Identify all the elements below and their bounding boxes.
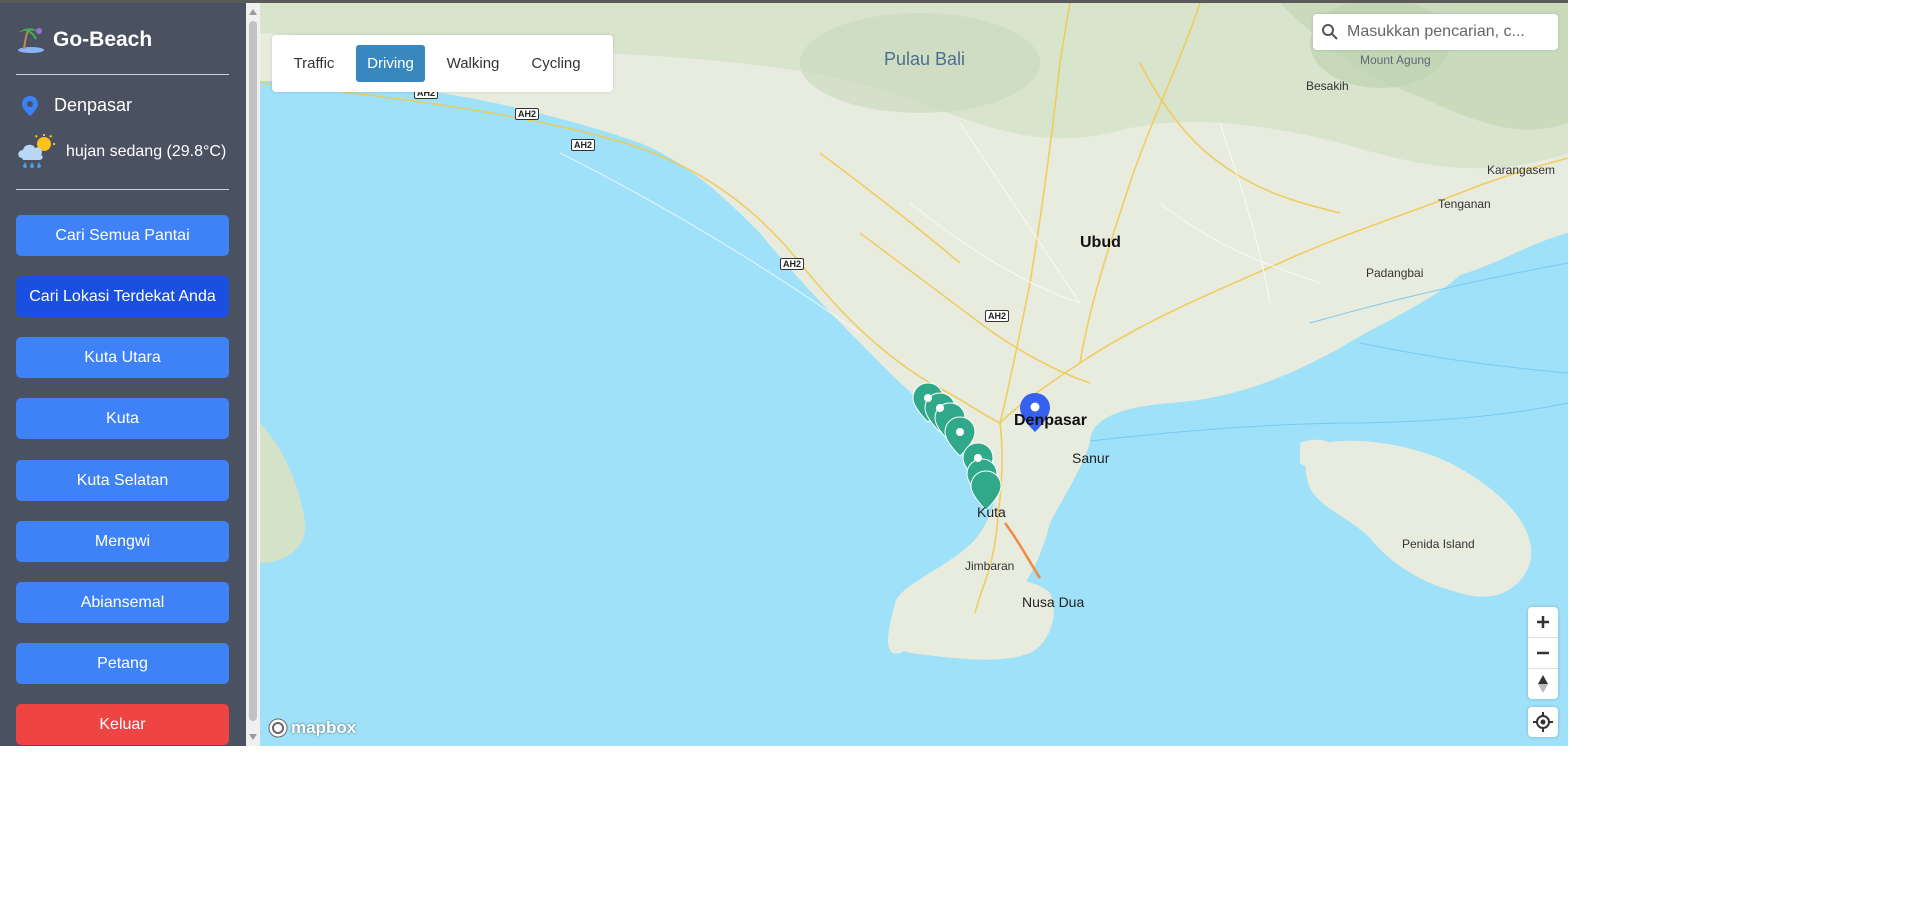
road-badge: AH2 [515,108,540,120]
divider [16,74,229,75]
map-label-denpasar: Denpasar [1014,412,1087,429]
top-border [0,0,1568,3]
tab-driving[interactable]: Driving [356,45,425,82]
search-all-beaches-button[interactable]: Cari Semua Pantai [16,215,229,256]
map-canvas[interactable]: Pulau Bali Mount Agung Besakih Karangase… [260,3,1568,746]
map-label-karangasem: Karangasem [1487,163,1556,177]
geolocate-button[interactable] [1528,707,1558,737]
scroll-up-arrow[interactable] [249,9,257,15]
rain-cloud-sun-icon [18,134,55,168]
sidebar-scrollbar[interactable] [246,3,260,746]
plus-icon [1537,616,1549,628]
map-navigation-control [1528,607,1558,699]
weather-label: hujan sedang (29.8°C) [66,143,227,160]
brand-title: Go-Beach [53,28,153,51]
map-label-penida-island: Penida Island [1402,537,1475,551]
search-input[interactable] [1345,22,1539,42]
filter-kuta-selatan-button[interactable]: Kuta Selatan [16,460,229,501]
filter-petang-button[interactable]: Petang [16,643,229,684]
tab-traffic[interactable]: Traffic [282,45,346,82]
map-label-mount-agung: Mount Agung [1360,53,1431,67]
scroll-down-arrow[interactable] [249,734,257,740]
location-label: Denpasar [54,95,133,115]
brand[interactable]: Go-Beach [16,23,152,57]
minus-icon [1537,651,1549,655]
road-badge: AH2 [571,139,596,151]
filter-kuta-button[interactable]: Kuta [16,398,229,439]
map-label-jimbaran: Jimbaran [965,559,1015,573]
zoom-in-button[interactable] [1528,607,1558,638]
map-label-kuta: Kuta [977,504,1006,520]
mapbox-logo[interactable]: mapbox [268,718,356,738]
map-label-besakih: Besakih [1306,79,1349,93]
map-label-pulau-bali: Pulau Bali [884,49,966,69]
nearest-location-button[interactable]: Cari Lokasi Terdekat Anda [16,276,229,317]
map-label-ubud: Ubud [1080,234,1121,251]
map-label-nusa-dua: Nusa Dua [1022,594,1085,610]
road-badge: AH2 [780,258,805,270]
geolocate-icon [1533,712,1553,732]
logout-button[interactable]: Keluar [16,704,229,745]
road-badge: AH2 [985,310,1010,322]
map-label-padangbai: Padangbai [1366,266,1424,280]
map-search-box[interactable] [1313,14,1558,50]
tab-walking[interactable]: Walking [435,45,511,82]
zoom-out-button[interactable] [1528,638,1558,669]
weather-info: hujan sedang (29.8°C) [16,134,226,170]
filter-abiansemal-button[interactable]: Abiansemal [16,582,229,623]
divider [16,189,229,190]
map-pin-icon [22,95,38,116]
filter-kuta-utara-button[interactable]: Kuta Utara [16,337,229,378]
map-label-tenganan: Tenganan [1438,197,1491,211]
map-label-sanur: Sanur [1072,450,1110,466]
scroll-thumb[interactable] [249,21,257,721]
map-terrain [260,3,1568,660]
compass-icon [1538,675,1548,693]
current-location: Denpasar [22,95,132,116]
tab-cycling[interactable]: Cycling [521,45,591,82]
mapbox-attribution: mapbox [291,718,357,737]
travel-mode-panel: Traffic Driving Walking Cycling [272,35,613,92]
filter-mengwi-button[interactable]: Mengwi [16,521,229,562]
mapbox-logo-icon [268,718,288,738]
app-root: Go-Beach Denpasar hujan sedang (29.8°C) … [0,0,1568,746]
search-icon [1322,24,1338,40]
compass-button[interactable] [1528,669,1558,699]
beach-umbrella-icon [18,28,44,53]
sidebar: Go-Beach Denpasar hujan sedang (29.8°C) … [0,3,246,746]
